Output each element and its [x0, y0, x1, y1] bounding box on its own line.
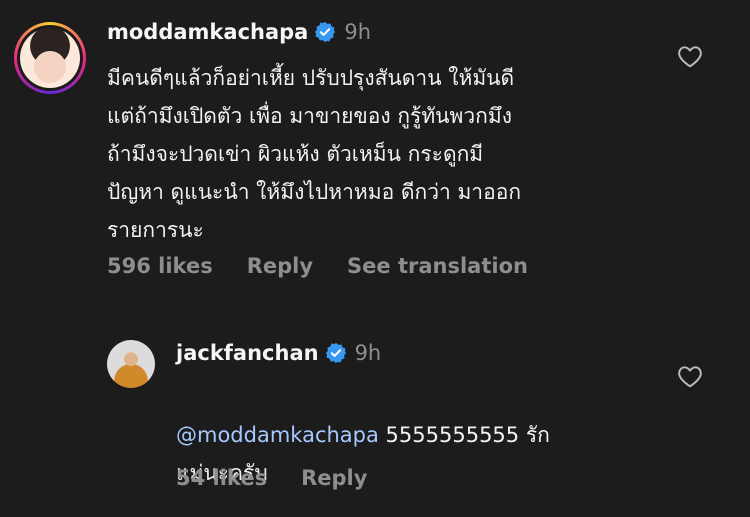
heart-icon[interactable]: [677, 364, 703, 392]
see-translation-link[interactable]: See translation: [347, 254, 528, 278]
heart-icon[interactable]: [677, 44, 703, 72]
mention-link[interactable]: @moddamkachapa: [176, 423, 379, 447]
comment-meta: 596 likes Reply See translation: [107, 254, 562, 278]
comment-username[interactable]: moddamkachapa: [107, 20, 308, 44]
reply-button[interactable]: Reply: [247, 254, 313, 278]
reply-meta: 54 likes Reply: [176, 466, 401, 490]
comment-header: moddamkachapa 9h: [107, 20, 371, 44]
avatar[interactable]: [14, 22, 86, 94]
verified-badge-icon: [325, 342, 347, 364]
likes-count[interactable]: 596 likes: [107, 254, 213, 278]
comment-text: มีคนดีๆแล้วก็อย่าเหี้ย ปรับปรุงสันดาน ให…: [107, 66, 522, 242]
likes-count[interactable]: 54 likes: [176, 466, 267, 490]
reply-button[interactable]: Reply: [301, 466, 367, 490]
reply-header: jackfanchan 9h: [176, 341, 381, 365]
reply-text-line1: 5555555555 รัก: [378, 423, 550, 447]
comment-timestamp: 9h: [344, 20, 372, 44]
reply-timestamp: 9h: [354, 341, 382, 365]
verified-badge-icon: [314, 21, 336, 43]
reply-avatar[interactable]: [107, 340, 155, 388]
avatar-image: [20, 28, 80, 88]
reply-username[interactable]: jackfanchan: [176, 341, 319, 365]
